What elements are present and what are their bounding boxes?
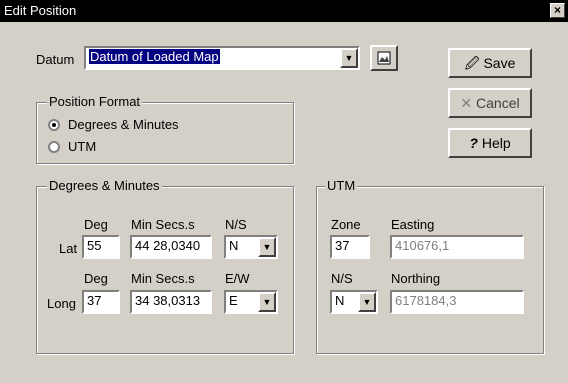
datum-label: Datum	[36, 52, 75, 67]
option-utm-label[interactable]: UTM	[68, 139, 96, 154]
radio-degrees-minutes[interactable]	[48, 119, 60, 131]
chevron-down-icon: ▼	[362, 297, 372, 307]
northing-label: Northing	[391, 271, 441, 286]
map-icon	[377, 51, 391, 65]
min-secs-label: Min Secs.s	[131, 217, 195, 232]
save-button[interactable]: 🖉 Save	[448, 48, 532, 78]
long-ew-dropdown-button[interactable]: ▼	[258, 292, 276, 312]
utm-group	[316, 186, 544, 354]
help-button[interactable]: ? Help	[448, 128, 532, 158]
utm-title: UTM	[325, 178, 358, 193]
save-icon: 🖉	[464, 55, 480, 71]
help-icon: ?	[469, 135, 478, 151]
datum-dropdown-button[interactable]: ▼	[340, 48, 358, 68]
long-ew-value: E	[229, 293, 238, 308]
ew-label: E/W	[225, 271, 250, 286]
title-bar: Edit Position ×	[0, 0, 568, 22]
datum-map-button[interactable]	[370, 45, 398, 71]
edit-position-dialog: Edit Position × Datum Datum of Loaded Ma…	[0, 0, 568, 383]
utm-ns-label: N/S	[331, 271, 353, 286]
lat-label: Lat	[59, 241, 78, 256]
utm-ns-value: N	[335, 293, 345, 308]
lat-min-input[interactable]: 44 28,0340	[130, 235, 212, 259]
degrees-minutes-group	[36, 186, 294, 354]
position-format-title: Position Format	[47, 94, 143, 109]
radio-utm[interactable]	[48, 141, 60, 153]
lat-deg-input[interactable]: 55	[82, 235, 120, 259]
cancel-button-label: Cancel	[476, 95, 520, 111]
northing-field[interactable]: 6178184,3	[390, 290, 524, 314]
position-format-group	[36, 102, 294, 164]
zone-input[interactable]: 37	[330, 235, 370, 259]
chevron-down-icon: ▼	[262, 297, 272, 307]
zone-label: Zone	[331, 217, 361, 232]
help-button-label: Help	[481, 135, 511, 151]
utm-ns-dropdown-button[interactable]: ▼	[358, 292, 376, 312]
long-deg-input[interactable]: 37	[82, 290, 120, 314]
deg-label: Deg	[84, 217, 108, 232]
option-degrees-minutes-label[interactable]: Degrees & Minutes	[68, 117, 179, 132]
long-label: Long	[47, 296, 76, 311]
datum-value: Datum of Loaded Map	[89, 49, 220, 64]
chevron-down-icon: ▼	[262, 242, 272, 252]
chevron-down-icon: ▼	[344, 53, 354, 63]
window-title: Edit Position	[4, 3, 77, 18]
cancel-button[interactable]: ✕ Cancel	[448, 88, 532, 118]
save-button-label: Save	[483, 55, 516, 71]
lat-ns-value: N	[229, 238, 239, 253]
deg-label-2: Deg	[84, 271, 108, 286]
long-min-input[interactable]: 34 38,0313	[130, 290, 212, 314]
easting-label: Easting	[391, 217, 435, 232]
min-secs-label-2: Min Secs.s	[131, 271, 195, 286]
easting-field[interactable]: 410676,1	[390, 235, 524, 259]
ns-label: N/S	[225, 217, 247, 232]
datum-select[interactable]: Datum of Loaded Map	[84, 46, 360, 70]
lat-ns-dropdown-button[interactable]: ▼	[258, 237, 276, 257]
cancel-icon: ✕	[460, 95, 473, 111]
close-icon[interactable]: ×	[550, 3, 565, 18]
degrees-minutes-title: Degrees & Minutes	[47, 178, 162, 193]
